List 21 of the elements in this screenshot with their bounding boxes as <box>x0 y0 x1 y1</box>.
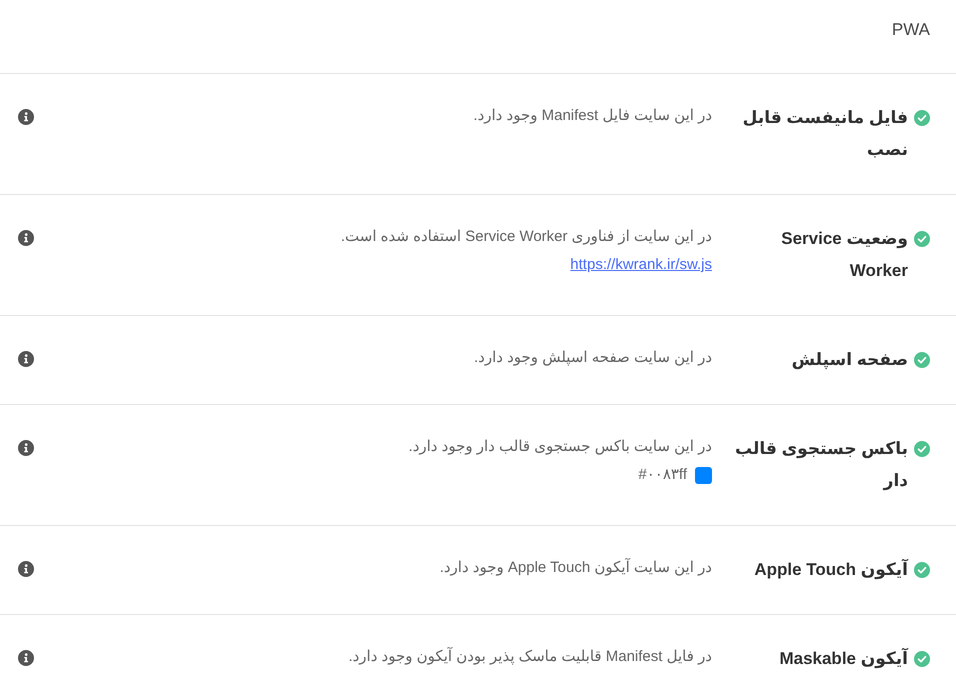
section-title: PWA <box>890 19 930 41</box>
description-text: در این سایت صفحه اسپلش وجود دارد. <box>474 348 712 368</box>
info-icon[interactable] <box>18 351 34 367</box>
info-icon[interactable] <box>18 109 34 125</box>
check-title: صفحه اسپلش <box>792 349 908 372</box>
check-title: فایل مانیفست قابل نصب <box>742 107 908 161</box>
url-link[interactable]: https://kwrank.ir/sw.js <box>570 251 712 279</box>
info-icon[interactable] <box>18 650 34 666</box>
color-code-text: #۰۰۸۳ff <box>638 465 687 485</box>
description-text: در این سایت باکس جستجوی قالب دار وجود دارد. <box>408 437 712 457</box>
check-title: آیکون Apple Touch <box>754 558 908 582</box>
info-icon[interactable] <box>18 230 34 246</box>
check-title: آیکون Maskable <box>779 646 908 670</box>
check-title: باکس جستجوی قالب دار <box>734 438 908 492</box>
description-text: در فایل Manifest قابلیت ماسک پذیر بودن آیکون وجود دارد. <box>348 646 712 667</box>
check-title: وضعیت Service Worker <box>780 228 908 282</box>
info-icon[interactable] <box>18 440 34 456</box>
description-text: در این سایت فایل Manifest وجود دارد. <box>473 106 712 126</box>
description-text: در این سایت از فناوری Service Worker استفاده شده است. <box>340 227 712 247</box>
info-icon[interactable] <box>18 561 34 577</box>
description-text: در این سایت آیکون Apple Touch وجود دارد. <box>440 557 712 578</box>
